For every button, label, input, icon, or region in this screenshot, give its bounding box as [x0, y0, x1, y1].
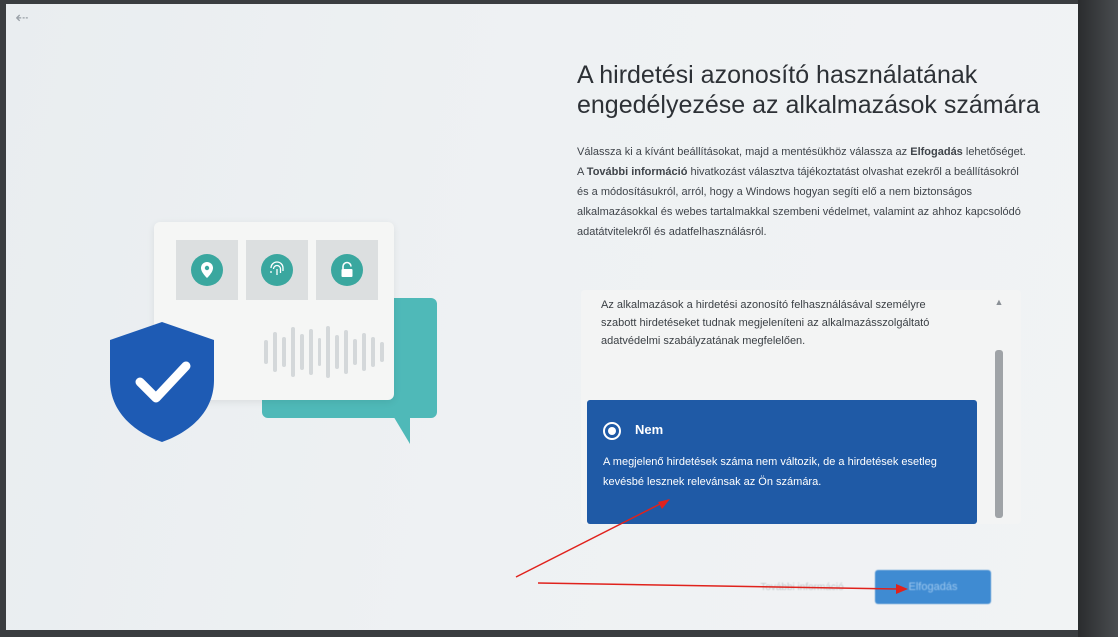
privacy-illustration: [102, 214, 462, 464]
option-no-selected[interactable]: Nem A megjelenő hirdetések száma nem vál…: [587, 400, 977, 524]
shield-check-icon: [110, 322, 214, 442]
location-icon: [191, 254, 223, 286]
back-arrow-icon[interactable]: ⇠: [12, 10, 32, 28]
page-description: Válassza ki a kívánt beállításokat, majd…: [577, 142, 1027, 242]
option-no-label: Nem: [635, 422, 664, 437]
option-info-text: Az alkalmazások a hirdetési azonosító fe…: [601, 299, 930, 347]
scroll-up-arrow-icon[interactable]: ▲: [991, 296, 1007, 308]
page-title: A hirdetési azonosító használatának enge…: [577, 61, 1040, 119]
scrollbar[interactable]: ▲: [991, 296, 1007, 520]
lock-tile: [316, 240, 378, 300]
oobe-screen: ⇠ A hirdetési azonosító használatának en…: [6, 4, 1078, 630]
lock-icon: [331, 254, 363, 286]
audio-wave-graphic: [264, 322, 384, 382]
more-info-button[interactable]: További információ: [752, 568, 852, 606]
scrollbar-thumb[interactable]: [995, 350, 1003, 518]
radio-selected-icon[interactable]: [603, 422, 621, 440]
fingerprint-icon: [261, 254, 293, 286]
options-scroll-panel[interactable]: Az alkalmazások a hirdetési azonosító fe…: [581, 290, 1021, 524]
description-more-info-term: További információ: [586, 166, 688, 178]
monitor-bezel: [1078, 0, 1118, 637]
chat-bubble-tail: [392, 414, 410, 444]
description-text: Válassza ki a kívánt beállításokat, majd…: [577, 146, 911, 158]
accept-button[interactable]: Elfogadás: [875, 570, 991, 604]
location-tile: [176, 240, 238, 300]
fingerprint-tile: [246, 240, 308, 300]
option-no-description: A megjelenő hirdetések száma nem változi…: [603, 456, 937, 488]
description-accept-term: Elfogadás: [910, 146, 963, 158]
